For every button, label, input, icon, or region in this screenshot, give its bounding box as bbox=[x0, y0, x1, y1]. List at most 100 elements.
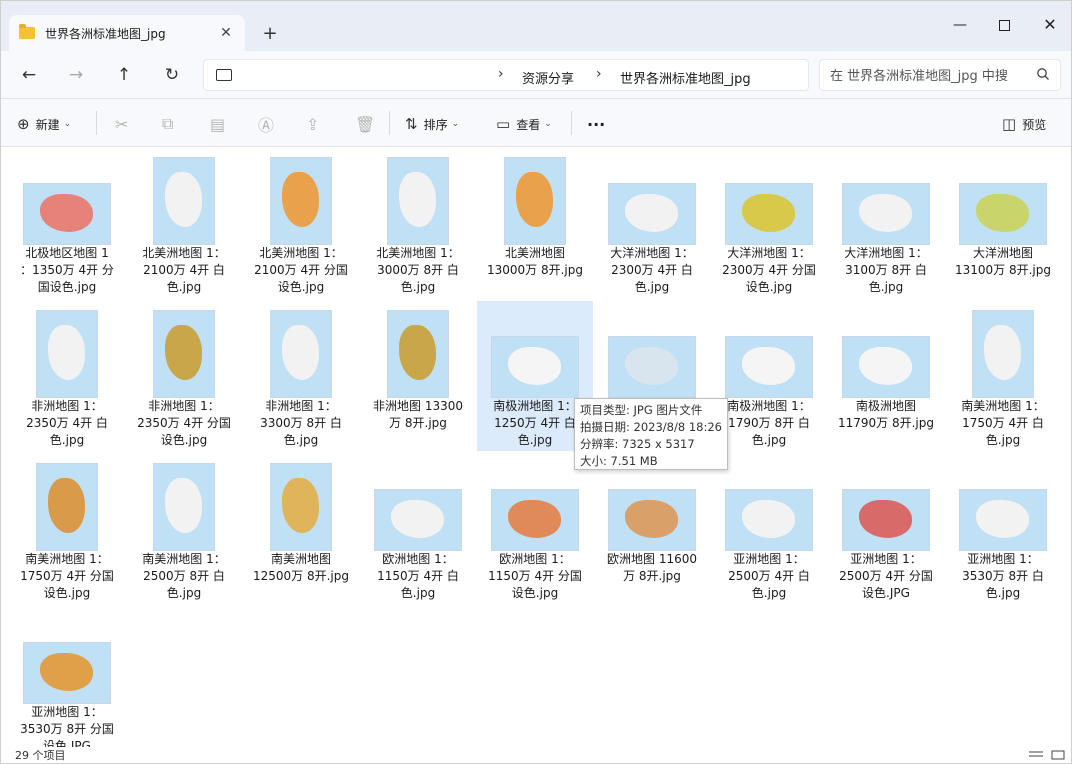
breadcrumb-item[interactable]: 资源分享 bbox=[522, 68, 574, 87]
up-button[interactable]: ↑ bbox=[111, 63, 137, 87]
map-thumbnail bbox=[23, 183, 111, 245]
file-item[interactable]: 大洋洲地图 13100万 8开.jpg bbox=[945, 148, 1061, 298]
back-button[interactable]: ← bbox=[16, 63, 42, 87]
file-name-line: 1790万 8开 白 bbox=[728, 416, 810, 430]
paste-button[interactable]: ▤ bbox=[210, 113, 225, 135]
file-name-line: 3000万 8开 白 bbox=[377, 263, 459, 277]
forward-button[interactable]: → bbox=[63, 63, 89, 87]
map-thumbnail bbox=[270, 463, 332, 551]
tab-close-icon[interactable]: ✕ bbox=[217, 25, 235, 41]
file-name-line: 北美洲地图 1： bbox=[259, 246, 343, 260]
landmass-shape bbox=[624, 499, 678, 539]
file-name-line: 色.jpg bbox=[166, 586, 202, 600]
file-item[interactable]: 北美洲地图 1： 2100万 4开 白色.jpg bbox=[126, 148, 242, 298]
file-item[interactable]: 南美洲地图 1： 1750万 4开 分国 设色.jpg bbox=[9, 454, 125, 604]
file-item[interactable]: 北美洲地图 1： 2100万 4开 分国 设色.jpg bbox=[243, 148, 359, 298]
file-item[interactable]: 南美洲地图 1： 2500万 8开 白色.jpg bbox=[126, 454, 242, 604]
map-thumbnail bbox=[387, 157, 449, 245]
copy-button[interactable]: ⧉ bbox=[162, 113, 173, 135]
search-box[interactable] bbox=[819, 59, 1061, 91]
new-button[interactable]: ⊕ 新建 ⌄ bbox=[17, 113, 71, 135]
divider bbox=[571, 111, 572, 135]
file-name-line: 非洲地图 1： bbox=[148, 399, 220, 413]
view-icon: ▭ bbox=[496, 115, 511, 133]
map-thumbnail bbox=[725, 336, 813, 398]
file-name-line: 13100万 8开.jpg bbox=[954, 263, 1051, 277]
file-item[interactable]: 南极洲地图 11790万 8开.jpg bbox=[828, 301, 944, 451]
details-view-icon[interactable] bbox=[1029, 750, 1043, 760]
preview-pane-button[interactable]: ◫ 预览 bbox=[1002, 113, 1046, 135]
landmass-shape bbox=[390, 499, 444, 539]
tab-current-folder[interactable]: 世界各洲标准地图_jpg ✕ bbox=[9, 15, 245, 51]
file-name: 大洋洲地图 1： 2300万 4开 分国 设色.jpg bbox=[711, 245, 827, 296]
file-item[interactable]: 亚洲地图 1： 3530万 8开 白色.jpg bbox=[945, 454, 1061, 604]
rename-icon: Ⓐ bbox=[258, 116, 275, 135]
landmass-shape bbox=[624, 346, 678, 386]
cut-button[interactable]: ✂ bbox=[115, 113, 128, 135]
file-name-line: 南极洲地图 1： bbox=[727, 399, 811, 413]
file-name-line: 南美洲地图 1： bbox=[961, 399, 1045, 413]
sort-button[interactable]: ⇅ 排序 ⌄ bbox=[405, 113, 459, 135]
maximize-button[interactable] bbox=[989, 11, 1019, 39]
file-explorer-window: 世界各洲标准地图_jpg ✕ + — ✕ ← → ↑ ↻ › 资源分享 › 世界… bbox=[0, 0, 1072, 764]
search-input[interactable] bbox=[830, 66, 1026, 86]
file-item[interactable]: 非洲地图 1： 3300万 8开 白色.jpg bbox=[243, 301, 359, 451]
file-item[interactable]: 非洲地图 1： 2350万 4开 白色.jpg bbox=[9, 301, 125, 451]
this-pc-icon bbox=[216, 69, 232, 81]
file-item[interactable]: 大洋洲地图 1： 2300万 4开 白色.jpg bbox=[594, 148, 710, 298]
divider bbox=[96, 111, 97, 135]
landmass-shape bbox=[975, 499, 1029, 539]
new-tab-button[interactable]: + bbox=[259, 23, 281, 44]
minimize-button[interactable]: — bbox=[945, 11, 975, 39]
close-window-button[interactable]: ✕ bbox=[1035, 11, 1065, 39]
file-name-line: 2100万 4开 白 bbox=[143, 263, 225, 277]
sort-icon: ⇅ bbox=[405, 115, 418, 133]
file-item[interactable]: 亚洲地图 1： 2500万 4开 白色.jpg bbox=[711, 454, 827, 604]
file-name-line: 色.jpg bbox=[985, 433, 1021, 447]
address-bar[interactable]: › 资源分享 › 世界各洲标准地图_jpg bbox=[203, 59, 809, 91]
file-item[interactable]: 北美洲地图 13000万 8开.jpg bbox=[477, 148, 593, 298]
file-name: 大洋洲地图 1： 2300万 4开 白色.jpg bbox=[594, 245, 710, 296]
map-thumbnail bbox=[972, 310, 1034, 398]
tiles-view-icon[interactable] bbox=[1051, 750, 1065, 760]
landmass-shape bbox=[516, 172, 554, 227]
file-name-line: 南美洲地图 1： bbox=[142, 552, 226, 566]
file-name-line: 色.jpg bbox=[751, 433, 787, 447]
file-item[interactable]: 非洲地图 1： 2350万 4开 分国 设色.jpg bbox=[126, 301, 242, 451]
file-name-line: 2300万 4开 白 bbox=[611, 263, 693, 277]
file-name-line: 设色.jpg bbox=[277, 280, 325, 294]
file-name-line: 12500万 8开.jpg bbox=[252, 569, 349, 583]
chevron-down-icon: ⌄ bbox=[544, 119, 552, 129]
file-item[interactable]: 非洲地图 13300 万 8开.jpg bbox=[360, 301, 476, 451]
file-item[interactable]: 南极洲地图 1： 1790万 8开 白色.jpg bbox=[711, 301, 827, 451]
view-button[interactable]: ▭ 查看 ⌄ bbox=[496, 113, 552, 135]
map-thumbnail bbox=[374, 489, 462, 551]
file-name: 大洋洲地图 13100万 8开.jpg bbox=[945, 245, 1061, 279]
more-options-button[interactable]: ··· bbox=[587, 113, 605, 135]
rename-button[interactable]: Ⓐ bbox=[258, 113, 274, 135]
map-thumbnail bbox=[387, 310, 449, 398]
share-button[interactable]: ⇪ bbox=[306, 113, 319, 135]
file-item[interactable]: 欧洲地图 1： 1150万 4开 白色.jpg bbox=[360, 454, 476, 604]
file-item[interactable]: 欧洲地图 1： 1150万 4开 分国 设色.jpg bbox=[477, 454, 593, 604]
file-item[interactable]: 欧洲地图 11600 万 8开.jpg bbox=[594, 454, 710, 604]
status-bar: 29 个项目 bbox=[1, 747, 1071, 763]
file-name: 南美洲地图 1： 2500万 8开 白色.jpg bbox=[126, 551, 242, 602]
file-item[interactable]: 南美洲地图 1： 1750万 4开 白色.jpg bbox=[945, 301, 1061, 451]
file-name-line: 非洲地图 13300 bbox=[373, 399, 463, 413]
map-thumbnail bbox=[959, 183, 1047, 245]
breadcrumb-item[interactable]: 世界各洲标准地图_jpg bbox=[620, 68, 751, 87]
file-name-line: 万 8开.jpg bbox=[389, 416, 447, 430]
file-item[interactable]: 亚洲地图 1： 2500万 4开 分国 设色.JPG bbox=[828, 454, 944, 604]
file-name: 南极洲地图 1： 1790万 8开 白色.jpg bbox=[711, 398, 827, 449]
file-item[interactable]: 北极地区地图 1 ：1350万 4开 分国设色.jpg bbox=[9, 148, 125, 298]
refresh-button[interactable]: ↻ bbox=[159, 63, 185, 87]
file-name: 北美洲地图 13000万 8开.jpg bbox=[477, 245, 593, 279]
file-item[interactable]: 大洋洲地图 1： 2300万 4开 分国 设色.jpg bbox=[711, 148, 827, 298]
search-icon bbox=[1037, 68, 1049, 80]
file-item[interactable]: 大洋洲地图 1： 3100万 8开 白色.jpg bbox=[828, 148, 944, 298]
delete-button[interactable]: 🗑 bbox=[355, 113, 375, 135]
file-item[interactable]: 北美洲地图 1： 3000万 8开 白色.jpg bbox=[360, 148, 476, 298]
file-item[interactable]: 亚洲地图 1： 3530万 8开 分国 设色.JPG bbox=[9, 607, 125, 748]
file-item[interactable]: 南美洲地图 12500万 8开.jpg bbox=[243, 454, 359, 604]
